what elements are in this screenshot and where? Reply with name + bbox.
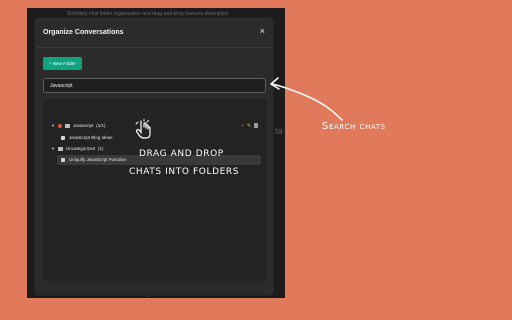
- background-side-text: ta: [275, 126, 283, 136]
- chat-bubble-icon: [61, 157, 65, 162]
- folder-icon: [64, 123, 70, 128]
- chevron-down-icon[interactable]: ▼: [51, 146, 55, 151]
- hand-cursor-icon: [135, 119, 151, 139]
- folder-name: Uncategorized: [65, 146, 95, 151]
- folder-count: (1): [98, 146, 104, 151]
- chat-item[interactable]: JavaScript Blog Ideas: [61, 133, 113, 142]
- folder-name: Javascript: [72, 123, 94, 128]
- folder-icon: [57, 146, 63, 151]
- chat-item[interactable]: Uniquify JavaScript Function: [61, 155, 126, 164]
- edit-icon[interactable]: ✎: [247, 123, 251, 129]
- chat-bubble-icon: [61, 135, 65, 140]
- add-chat-icon[interactable]: +: [241, 123, 244, 129]
- drag-drop-annotation-line1: Drag and drop: [139, 149, 224, 159]
- chevron-down-icon[interactable]: ▼: [51, 123, 55, 128]
- modal-title: Organize Conversations: [43, 29, 124, 36]
- folder-row-javascript[interactable]: ▼ Javascript (1/1): [51, 121, 106, 130]
- folder-actions: + ✎: [241, 121, 259, 130]
- chat-title: JavaScript Blog Ideas: [69, 135, 113, 140]
- search-chats-annotation: Search chats: [322, 121, 386, 132]
- search-input[interactable]: [43, 78, 266, 93]
- screenshot-stage: Scholarly chat folder organization and d…: [0, 0, 512, 320]
- modal-header: Organize Conversations ×: [35, 18, 273, 48]
- trash-icon[interactable]: [254, 123, 259, 128]
- folder-color-dot: [57, 123, 62, 128]
- drag-drop-annotation-line2: chats into folders: [129, 167, 240, 177]
- background-top-text: Scholarly chat folder organization and d…: [67, 11, 229, 17]
- close-button[interactable]: ×: [260, 27, 265, 36]
- folder-count: (1/1): [96, 123, 106, 128]
- chat-title: Uniquify JavaScript Function: [69, 157, 127, 162]
- folder-row-uncategorized[interactable]: ▼ Uncategorized (1): [51, 144, 104, 153]
- curved-arrow-icon: [270, 77, 343, 121]
- new-folder-button[interactable]: + New Folder: [43, 57, 82, 70]
